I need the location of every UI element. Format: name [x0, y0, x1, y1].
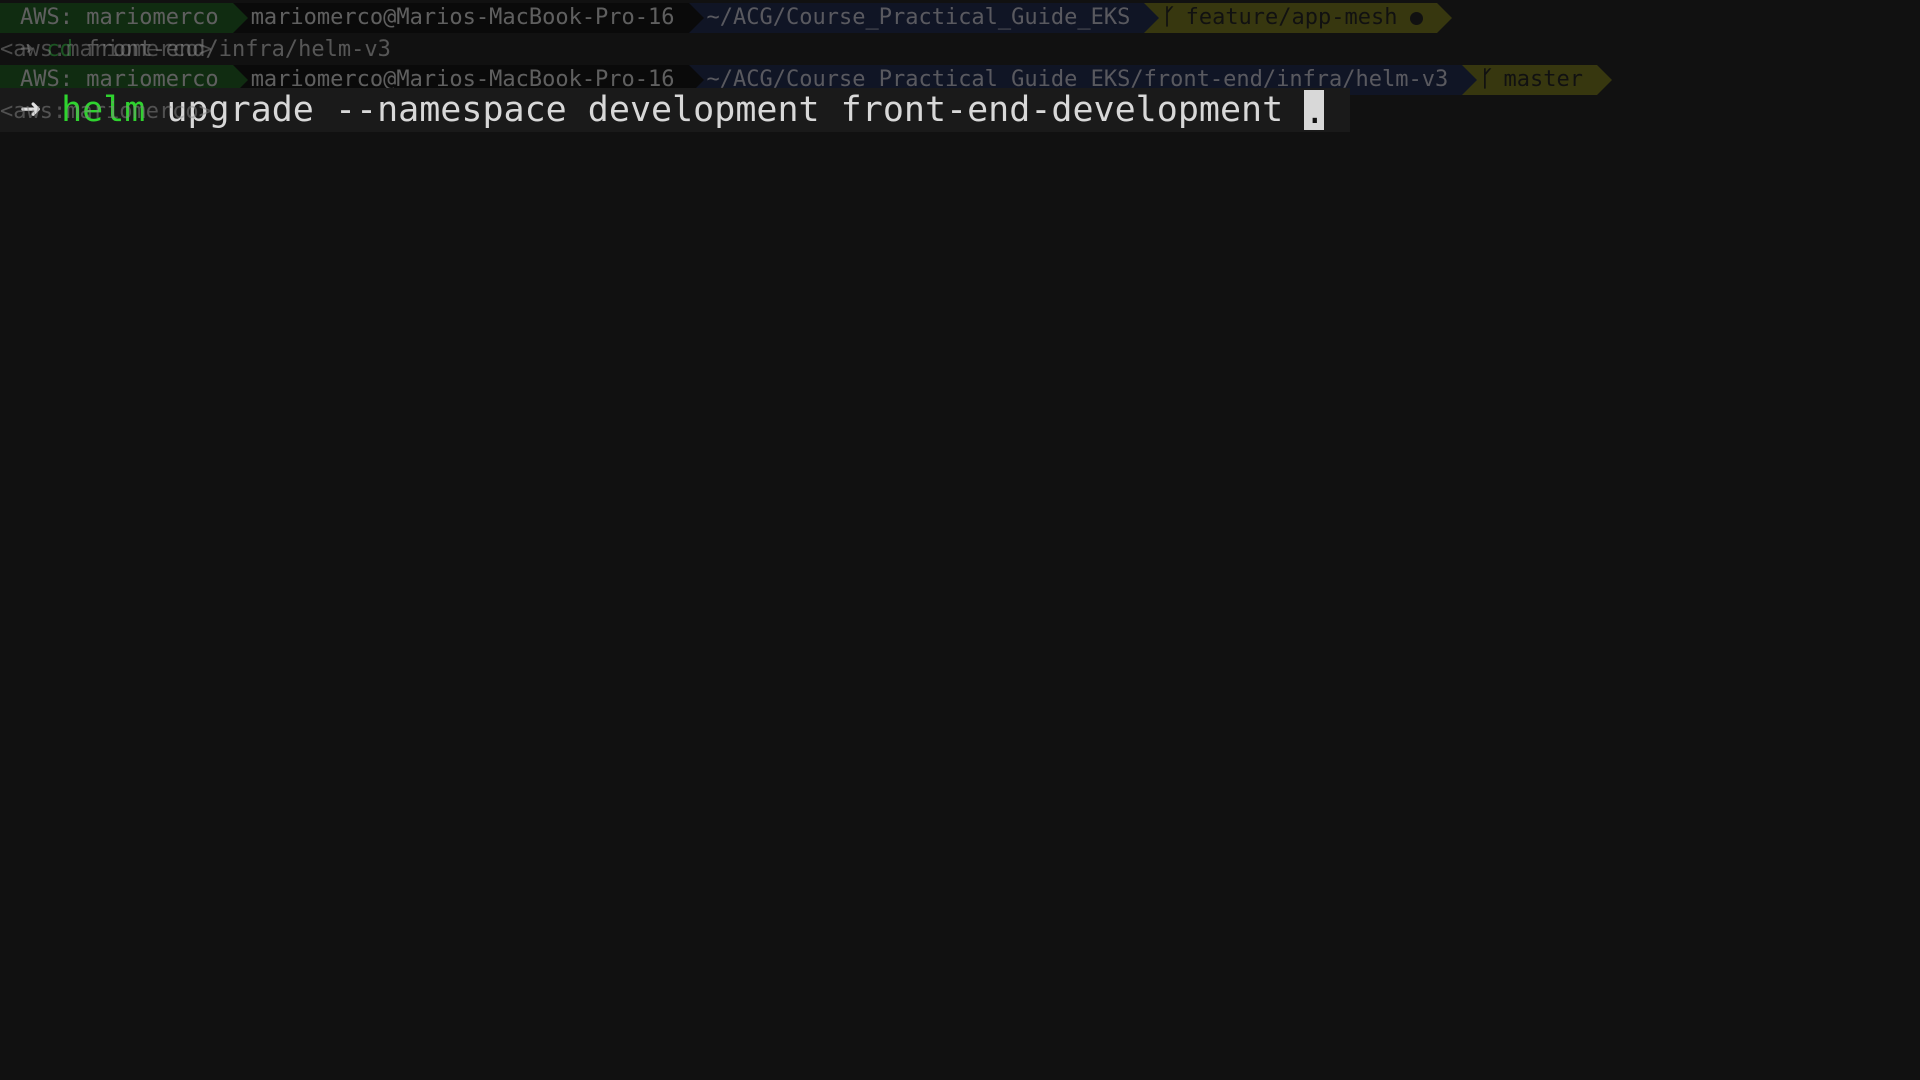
- user-host-segment: mariomerco@Marios-MacBook-Pro-16: [232, 3, 704, 33]
- terminal-window[interactable]: AWS: mariomerco mariomerco@Marios-MacBoo…: [0, 0, 1920, 1080]
- git-branch-label: feature/app-mesh: [1185, 5, 1398, 30]
- git-branch-segment: ᚴ feature/app-mesh: [1144, 3, 1452, 33]
- right-prompt-1: <aws:mariomerco>: [0, 36, 212, 62]
- user-host-label: mariomerco@Marios-MacBook-Pro-16: [250, 5, 675, 30]
- git-branch-label: master: [1503, 67, 1583, 92]
- directory-label: ~/ACG/Course_Practical_Guide_EKS: [706, 5, 1131, 30]
- segment-separator-icon: [1436, 3, 1452, 33]
- directory-segment: ~/ACG/Course_Practical_Guide_EKS: [688, 3, 1160, 33]
- right-prompt-2: <aws:mariomerco>: [0, 98, 212, 124]
- segment-separator-icon: [232, 3, 248, 33]
- git-branch-icon: ᚴ: [1162, 5, 1176, 30]
- git-branch-icon: ᚴ: [1480, 67, 1494, 92]
- git-dirty-icon: [1409, 11, 1423, 25]
- segment-separator-icon: [1144, 3, 1160, 33]
- prompt-bar-1: AWS: mariomerco mariomerco@Marios-MacBoo…: [0, 3, 1452, 33]
- segment-separator-icon: [688, 3, 704, 33]
- segment-separator-icon: [1596, 65, 1612, 95]
- aws-profile-label: AWS: mariomerco: [20, 5, 219, 30]
- git-branch-segment: ᚴ master: [1462, 65, 1612, 95]
- segment-separator-icon: [1462, 65, 1478, 95]
- aws-profile-segment: AWS: mariomerco: [0, 3, 248, 33]
